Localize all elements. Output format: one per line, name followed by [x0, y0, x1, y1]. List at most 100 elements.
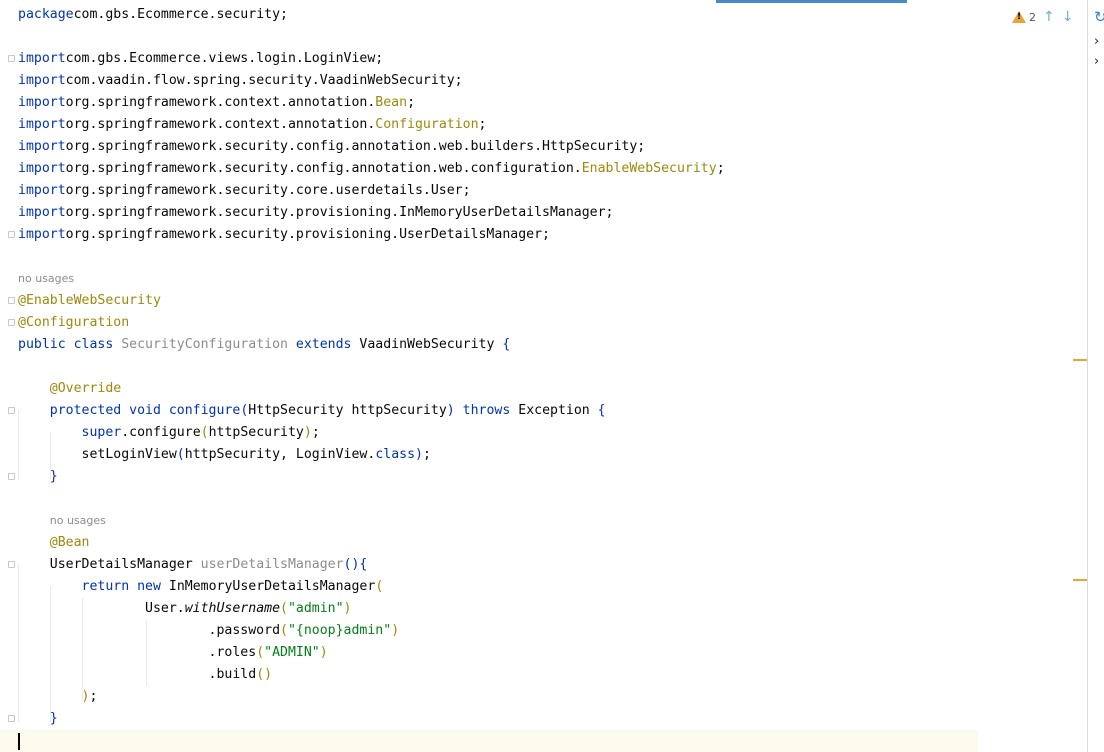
- fold-toggle-icon[interactable]: [8, 473, 15, 480]
- chevron-right-icon[interactable]: ›: [1094, 34, 1099, 49]
- code-token: com.gbs.Ecommerce.views.login.LoginView;: [65, 51, 384, 66]
- fold-toggle-icon[interactable]: [8, 407, 15, 414]
- fold-toggle-icon[interactable]: [8, 297, 15, 304]
- code-token: configure: [168, 403, 241, 418]
- code-token: (: [280, 601, 288, 616]
- code-token: extends: [295, 337, 360, 352]
- code-line[interactable]: @Bean: [18, 532, 90, 554]
- code-token: @Configuration: [18, 315, 130, 330]
- code-token: (): [256, 667, 273, 682]
- arrow-down-icon[interactable]: ↓: [1062, 9, 1074, 25]
- code-token: @Bean: [49, 535, 90, 550]
- code-token: ): [343, 601, 352, 616]
- editor-tab-indicator: [716, 0, 907, 3]
- warning-stripe-marker[interactable]: [1073, 579, 1087, 581]
- code-token: ;: [422, 447, 431, 462]
- current-line-highlight: [0, 730, 978, 752]
- code-token: userDetailsManager: [200, 557, 344, 572]
- code-token: UserDetailsManager: [18, 557, 201, 572]
- code-line[interactable]: importorg.springframework.security.provi…: [18, 224, 550, 246]
- code-line[interactable]: .roles("ADMIN"): [18, 642, 328, 664]
- code-token: super: [81, 425, 122, 440]
- usage-hint-line[interactable]: no usages: [18, 510, 106, 532]
- code-token: ): [415, 447, 423, 462]
- code-token: org.springframework.security.core.userde…: [65, 183, 471, 198]
- code-token: .roles: [18, 645, 257, 660]
- code-line[interactable]: User.withUsername("admin"): [18, 598, 352, 620]
- warning-triangle-icon[interactable]: [1012, 11, 1026, 23]
- code-token: org.springframework.security.provisionin…: [65, 227, 550, 242]
- indent-guide: [82, 598, 83, 700]
- code-line[interactable]: importcom.vaadin.flow.spring.security.Va…: [18, 70, 463, 92]
- code-line[interactable]: @EnableWebSecurity: [18, 290, 161, 312]
- fold-toggle-icon[interactable]: [8, 55, 15, 62]
- code-token: {: [597, 403, 606, 418]
- code-token: VaadinWebSecurity: [359, 337, 503, 352]
- arrow-up-icon[interactable]: ↑: [1043, 9, 1055, 25]
- code-line[interactable]: .password("{noop}admin"): [18, 620, 400, 642]
- code-token: withUsername: [184, 601, 281, 616]
- code-line[interactable]: }: [18, 708, 58, 730]
- code-token: org.springframework.context.annotation.: [65, 95, 376, 110]
- chevron-right-icon[interactable]: ›: [1094, 54, 1099, 69]
- code-line[interactable]: importorg.springframework.security.confi…: [18, 158, 725, 180]
- code-token: Bean: [375, 95, 408, 110]
- code-line[interactable]: setLoginView(httpSecurity, LoginView.cla…: [18, 444, 431, 466]
- code-line[interactable]: packagecom.gbs.Ecommerce.security;: [18, 4, 288, 26]
- code-line[interactable]: importcom.gbs.Ecommerce.views.login.Logi…: [18, 48, 383, 70]
- fold-toggle-icon[interactable]: [8, 561, 15, 568]
- code-line[interactable]: @Override: [18, 378, 121, 400]
- code-line[interactable]: importorg.springframework.security.confi…: [18, 136, 645, 158]
- code-token: HttpSecurity httpSecurity: [248, 403, 447, 418]
- code-token: @EnableWebSecurity: [18, 293, 161, 308]
- code-token: org.springframework.security.provisionin…: [65, 205, 614, 220]
- code-line[interactable]: public class SecurityConfiguration exten…: [18, 334, 510, 356]
- code-line[interactable]: return new InMemoryUserDetailsManager(: [18, 576, 384, 598]
- code-line[interactable]: importorg.springframework.security.core.…: [18, 180, 471, 202]
- code-token: .build: [18, 667, 257, 682]
- code-line[interactable]: importorg.springframework.security.provi…: [18, 202, 613, 224]
- code-line[interactable]: );: [18, 686, 98, 708]
- code-token: httpSecurity, LoginView.: [184, 447, 376, 462]
- code-token: (: [176, 447, 185, 462]
- code-token: return new: [81, 579, 169, 594]
- warning-stripe-marker[interactable]: [1073, 359, 1087, 361]
- fold-toggle-icon[interactable]: [8, 319, 15, 326]
- usages-hint[interactable]: no usages: [50, 514, 106, 527]
- code-token: org.springframework.security.config.anno…: [65, 161, 582, 176]
- code-token: import: [18, 73, 66, 88]
- fold-toggle-icon[interactable]: [8, 231, 15, 238]
- code-token: import: [18, 183, 66, 198]
- code-token: import: [18, 161, 66, 176]
- warning-count[interactable]: 2: [1029, 11, 1036, 24]
- code-editor[interactable]: packagecom.gbs.Ecommerce.security; import…: [0, 0, 978, 752]
- code-line[interactable]: super.configure(httpSecurity);: [18, 422, 320, 444]
- code-token: (: [375, 579, 384, 594]
- code-line[interactable]: importorg.springframework.context.annota…: [18, 114, 486, 136]
- inspection-widget[interactable]: 2 ↑ ↓: [1012, 8, 1073, 26]
- usage-hint-line[interactable]: no usages: [18, 268, 74, 290]
- code-token: import: [18, 95, 66, 110]
- code-token: httpSecurity: [208, 425, 304, 440]
- code-token: ;: [407, 95, 416, 110]
- code-line[interactable]: UserDetailsManager userDetailsManager(){: [18, 554, 368, 576]
- side-tool-panel: › ›: [1088, 0, 1104, 752]
- code-line[interactable]: }: [18, 466, 58, 488]
- code-token: SecurityConfiguration: [121, 337, 296, 352]
- indent-guide: [18, 564, 19, 722]
- refresh-icon[interactable]: ↻: [1094, 8, 1104, 26]
- code-line[interactable]: importorg.springframework.context.annota…: [18, 92, 415, 114]
- indent-guide: [50, 432, 51, 480]
- code-line[interactable]: protected void configure(HttpSecurity ht…: [18, 400, 606, 422]
- text-caret: [18, 733, 20, 750]
- fold-toggle-icon[interactable]: [8, 715, 15, 722]
- code-line[interactable]: @Configuration: [18, 312, 129, 334]
- code-token: ;: [478, 117, 487, 132]
- code-token: Exception: [518, 403, 598, 418]
- usages-hint[interactable]: no usages: [18, 272, 74, 285]
- code-token: "ADMIN": [264, 645, 320, 660]
